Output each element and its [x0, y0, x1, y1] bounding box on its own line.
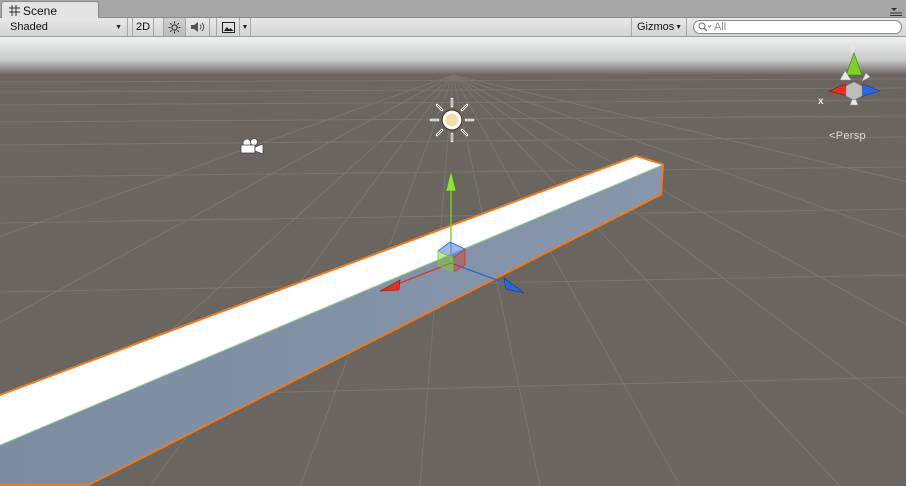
effects-dropdown[interactable]: ▼	[240, 18, 251, 36]
chevron-down-icon: ▼	[115, 23, 122, 31]
2d-toggle-button[interactable]: 2D	[132, 18, 154, 36]
scene-window: Scene Shaded ▼ 2D ▼ Gizmos ▼ All y x <Pe…	[0, 0, 906, 486]
scene-canvas[interactable]: y x	[0, 37, 906, 486]
scene-viewport[interactable]: y x <Persp	[0, 37, 906, 486]
projection-toggle[interactable]: <Persp	[829, 130, 866, 142]
chevron-left-icon: <	[829, 130, 836, 142]
search-icon	[698, 22, 712, 32]
gizmos-label: Gizmos	[637, 21, 675, 33]
chevron-down-icon: ▼	[241, 23, 249, 31]
draw-mode-label: Shaded	[10, 21, 48, 33]
tab-scene[interactable]: Scene	[1, 1, 99, 19]
axis-y-label: y	[850, 43, 856, 54]
projection-label: Persp	[835, 130, 866, 142]
tab-bar: Scene	[0, 0, 906, 19]
scene-toolbar: Shaded ▼ 2D ▼ Gizmos ▼ All	[0, 18, 906, 37]
gizmos-dropdown[interactable]: Gizmos ▼	[631, 18, 687, 36]
grid-icon	[9, 5, 20, 16]
search-field[interactable]	[693, 20, 902, 34]
lighting-toggle-button[interactable]	[163, 18, 186, 36]
menu-icon[interactable]	[889, 7, 903, 17]
image-icon	[221, 21, 235, 33]
draw-mode-dropdown[interactable]: Shaded ▼	[0, 18, 128, 36]
sun-icon	[168, 21, 181, 33]
tab-label: Scene	[23, 3, 58, 18]
horizon-sky	[0, 37, 906, 75]
2d-label: 2D	[135, 21, 151, 33]
audio-toggle-button[interactable]	[186, 18, 210, 36]
gizmo-center-cube[interactable]	[845, 81, 863, 101]
chevron-down-icon: ▼	[675, 23, 682, 31]
axis-x-label: x	[818, 96, 824, 107]
speaker-icon	[191, 22, 205, 32]
effects-toggle-button[interactable]	[216, 18, 240, 36]
directional-light-icon[interactable]	[429, 97, 475, 143]
search-input[interactable]	[714, 21, 894, 33]
